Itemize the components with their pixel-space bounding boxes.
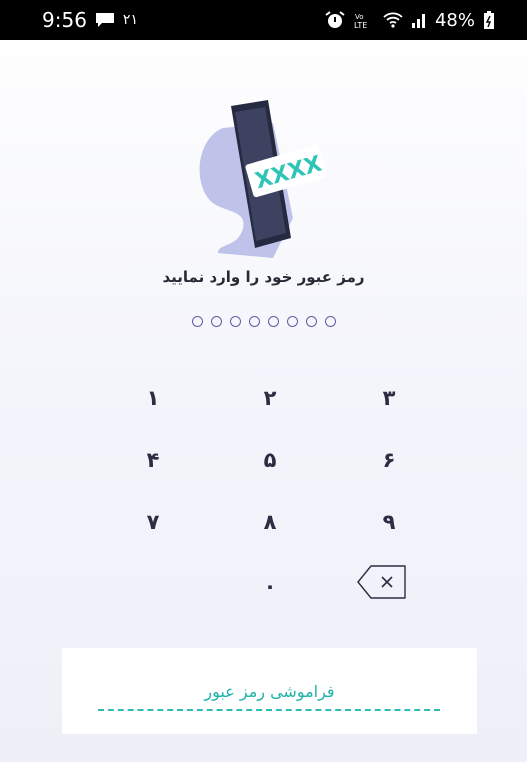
key-9[interactable]: ۹ xyxy=(349,496,429,548)
signal-icon xyxy=(411,12,427,28)
alarm-icon xyxy=(325,11,345,29)
key-1[interactable]: ۱ xyxy=(113,372,193,424)
pin-dot xyxy=(305,316,317,327)
backspace-button[interactable] xyxy=(342,556,422,608)
key-5[interactable]: ۵ xyxy=(230,434,310,486)
pin-dot xyxy=(286,316,298,327)
enter-password-prompt: رمز عبور خود را وارد نمایید xyxy=(162,268,365,286)
key-4[interactable]: ۴ xyxy=(113,434,193,486)
battery-percent: 48% xyxy=(434,9,475,31)
volte-icon: Vo LTE xyxy=(353,11,375,29)
key-2[interactable]: ۲ xyxy=(230,372,310,424)
pin-dot xyxy=(191,316,203,327)
svg-text:LTE: LTE xyxy=(354,21,367,29)
key-7[interactable]: ۷ xyxy=(113,496,193,548)
key-6[interactable]: ۶ xyxy=(349,434,429,486)
notification-count: ۲۱ xyxy=(122,12,138,28)
pin-dot xyxy=(229,316,241,327)
chat-icon xyxy=(95,12,115,28)
pin-dot xyxy=(248,316,260,327)
status-bar-left: 9:56 ۲۱ xyxy=(42,8,138,32)
svg-text:Vo: Vo xyxy=(355,13,364,21)
battery-icon xyxy=(483,11,495,29)
phone-password-illustration: XXXX xyxy=(193,98,335,258)
numeric-keypad: ۱ ۲ ۳ ۴ ۵ ۶ ۷ ۸ ۹ ۰ xyxy=(0,370,527,640)
pin-dot xyxy=(210,316,222,327)
pin-dot xyxy=(267,316,279,327)
forgot-password-link[interactable]: فراموشی رمز عبور xyxy=(62,682,477,701)
forgot-password-card: فراموشی رمز عبور xyxy=(62,648,477,734)
backspace-icon xyxy=(357,565,407,599)
wifi-icon xyxy=(383,12,403,28)
pin-indicator xyxy=(0,316,527,327)
status-time: 9:56 xyxy=(42,8,87,32)
status-bar: 9:56 ۲۱ Vo LTE 48% xyxy=(0,0,527,40)
forgot-password-underline xyxy=(98,709,440,711)
status-bar-right: Vo LTE 48% xyxy=(325,10,495,31)
pin-dot xyxy=(324,316,336,327)
key-8[interactable]: ۸ xyxy=(230,496,310,548)
key-0[interactable]: ۰ xyxy=(230,560,310,612)
key-3[interactable]: ۳ xyxy=(349,372,429,424)
